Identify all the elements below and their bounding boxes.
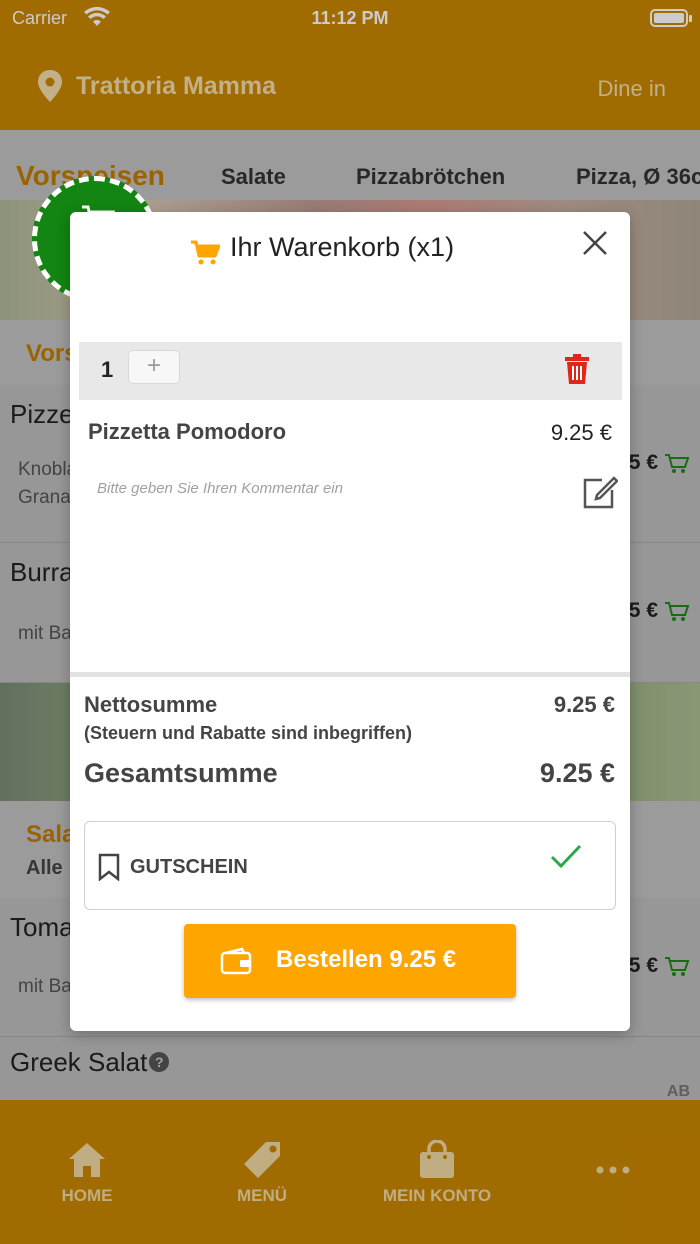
order-button-label: Bestellen 9.25 €: [276, 946, 457, 973]
cart-item-name: Pizzetta Pomodoro: [88, 419, 287, 444]
cart-item-price: 9.25 €: [550, 420, 612, 445]
cart-modal: Ihr Warenkorb (x1) 1 + Pizzetta Pomodoro…: [70, 212, 630, 1031]
edit-icon[interactable]: [582, 474, 619, 515]
divider: [70, 672, 630, 677]
check-icon[interactable]: [549, 842, 583, 875]
modal-title: Ihr Warenkorb (x1): [230, 232, 455, 262]
voucher-field[interactable]: GUTSCHEIN: [84, 821, 616, 910]
cart-icon: [190, 240, 221, 271]
voucher-label: GUTSCHEIN: [130, 856, 248, 878]
tax-note: (Steuern und Rabatte sind inbegriffen): [84, 723, 413, 743]
net-total-value: 9.25 €: [553, 692, 615, 717]
quantity-value: 1: [101, 357, 114, 382]
close-icon[interactable]: [580, 228, 610, 258]
trash-icon[interactable]: [565, 354, 589, 389]
grand-total-value: 9.25 €: [539, 758, 615, 788]
comment-input[interactable]: Bitte geben Sie Ihren Kommentar ein: [97, 480, 343, 497]
increase-quantity-button[interactable]: +: [128, 350, 180, 384]
order-button[interactable]: Bestellen 9.25 €: [184, 924, 516, 998]
bookmark-icon: [98, 853, 120, 886]
quantity-bar: 1 +: [79, 342, 622, 400]
grand-total-label: Gesamtsumme: [84, 758, 278, 788]
wallet-icon: [220, 947, 252, 980]
net-total-label: Nettosumme: [84, 692, 218, 717]
